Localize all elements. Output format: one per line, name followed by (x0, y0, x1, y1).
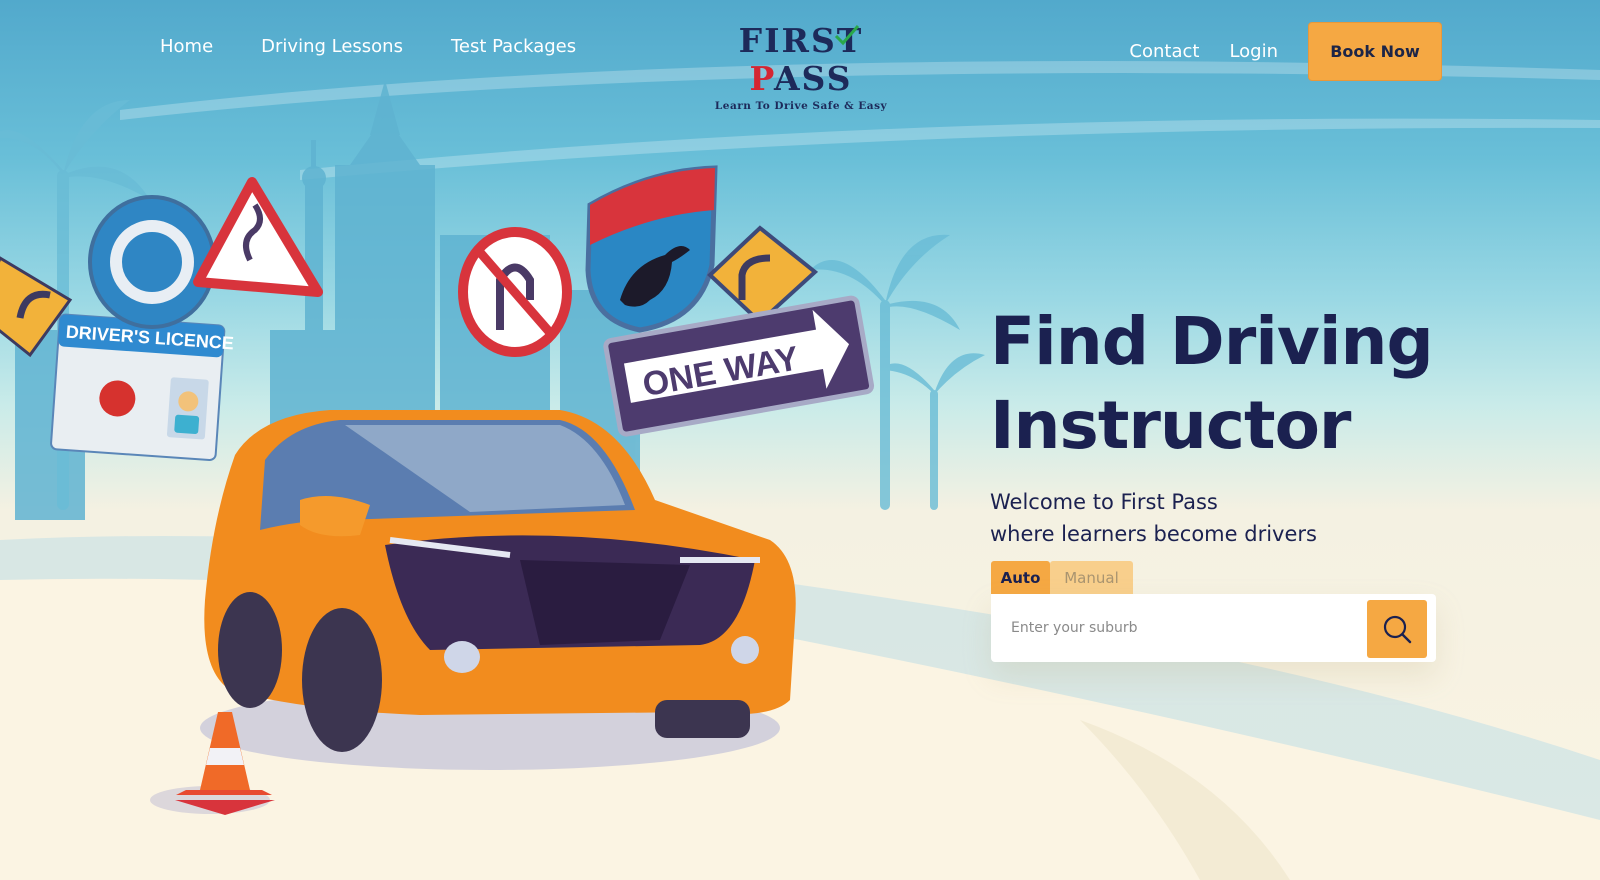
nav-right: Contact Login Book Now (1129, 22, 1442, 81)
nav-contact-link[interactable]: Contact (1129, 41, 1199, 62)
hero-subtitle-line1: Welcome to First Pass (990, 490, 1218, 514)
no-u-turn-sign (458, 227, 572, 357)
roundabout-sign (88, 195, 216, 329)
book-now-button[interactable]: Book Now (1308, 22, 1442, 81)
logo-tagline: Learn To Drive Safe & Easy (714, 100, 888, 112)
hero-title-line2: Instructor (990, 387, 1351, 464)
first-pass-logo[interactable]: FIRST PASS Learn To Drive Safe & Easy (698, 21, 904, 113)
nav-test-packages-link[interactable]: Test Packages (451, 36, 576, 57)
nav-driving-lessons-link[interactable]: Driving Lessons (261, 36, 403, 57)
nav-login-link[interactable]: Login (1229, 41, 1278, 62)
search-icon (1383, 615, 1412, 644)
tab-auto[interactable]: Auto (991, 561, 1050, 594)
suburb-search-box (991, 594, 1436, 662)
winding-road-sign (193, 177, 323, 297)
logo-check-icon (834, 25, 860, 46)
hero-content: Find Driving Instructor Welcome to First… (990, 300, 1490, 550)
hero-title-line1: Find Driving (990, 303, 1434, 380)
logo-wordmark: FIRST PASS (738, 21, 864, 98)
transmission-tabs: Auto Manual (991, 561, 1133, 594)
orange-car (204, 410, 796, 752)
hero-subtitle-line2: where learners become drivers (990, 522, 1317, 546)
search-button[interactable] (1367, 600, 1427, 658)
drivers-licence: DRIVER'S LICENCE (50, 313, 234, 462)
main-nav: Home Driving Lessons Test Packages (160, 36, 576, 57)
hero-title: Find Driving Instructor (990, 300, 1490, 468)
nav-home-link[interactable]: Home (160, 36, 213, 57)
suburb-search-input[interactable] (1011, 612, 1341, 644)
tab-manual[interactable]: Manual (1050, 561, 1133, 594)
kangaroo-shield-sign (585, 165, 718, 333)
hero-subtitle: Welcome to First Pass where learners bec… (990, 486, 1490, 550)
